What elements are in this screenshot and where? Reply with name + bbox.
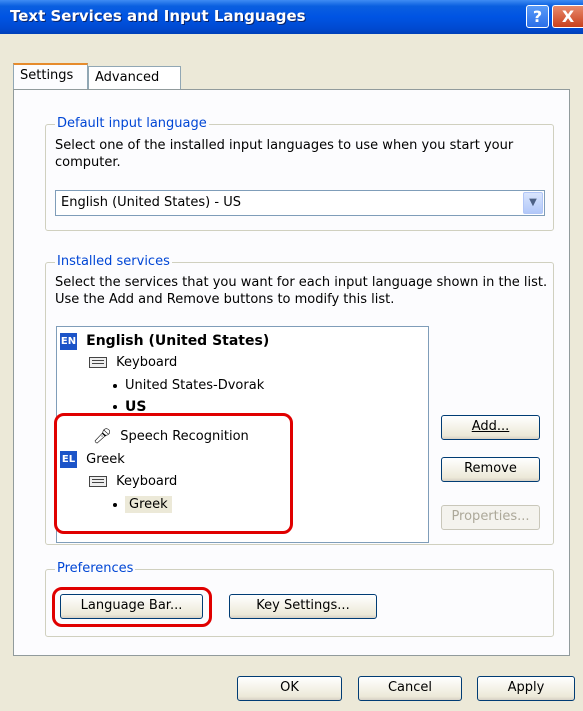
cancel-label: Cancel bbox=[387, 680, 433, 695]
title-bar[interactable]: Text Services and Input Languages ? X bbox=[0, 0, 583, 34]
bullet-icon bbox=[113, 383, 117, 388]
default-language-legend: Default input language bbox=[55, 116, 209, 131]
installed-services-description: Select the services that you want for ea… bbox=[55, 275, 548, 307]
close-button[interactable]: X bbox=[552, 5, 583, 28]
remove-label: Remove bbox=[464, 461, 517, 476]
add-label: Add... bbox=[471, 419, 510, 434]
properties-label: Properties... bbox=[451, 509, 530, 524]
key-settings-label: Key Settings... bbox=[256, 598, 350, 613]
cancel-button[interactable]: Cancel bbox=[358, 676, 462, 701]
remove-button[interactable]: Remove bbox=[441, 457, 540, 482]
preferences-legend: Preferences bbox=[55, 561, 136, 576]
ok-button[interactable]: OK bbox=[237, 676, 342, 701]
help-button[interactable]: ? bbox=[526, 5, 549, 28]
bullet-icon bbox=[113, 405, 117, 409]
default-language-value: English (United States) - US bbox=[61, 195, 241, 210]
properties-button[interactable]: Properties... bbox=[441, 505, 540, 530]
english-label: English (United States) bbox=[86, 333, 270, 349]
tab-settings[interactable]: Settings bbox=[13, 63, 88, 89]
tab-advanced[interactable]: Advanced bbox=[88, 66, 181, 89]
key-settings-button[interactable]: Key Settings... bbox=[229, 594, 377, 619]
tree-item-dvorak[interactable]: United States-Dvorak bbox=[113, 378, 264, 393]
add-button[interactable]: Add... bbox=[441, 415, 540, 440]
window-title: Text Services and Input Languages bbox=[10, 7, 306, 25]
ok-label: OK bbox=[280, 680, 299, 695]
apply-button[interactable]: Apply bbox=[477, 676, 575, 701]
keyboard-icon bbox=[89, 357, 107, 368]
language-badge: EN bbox=[60, 333, 77, 350]
tree-item-english-keyboard[interactable]: Keyboard bbox=[89, 355, 177, 370]
chevron-down-icon[interactable]: ▼ bbox=[523, 192, 543, 214]
keyboard-label: Keyboard bbox=[116, 355, 178, 370]
default-language-select[interactable]: English (United States) - US ▼ bbox=[55, 190, 545, 216]
dialog-window: Text Services and Input Languages ? X Se… bbox=[0, 0, 583, 711]
tree-item-english[interactable]: EN English (United States) bbox=[60, 333, 269, 350]
apply-label: Apply bbox=[507, 680, 545, 695]
highlight-outline bbox=[52, 587, 212, 627]
installed-services-legend: Installed services bbox=[55, 254, 172, 269]
default-language-description: Select one of the installed input langua… bbox=[55, 138, 514, 170]
highlight-outline bbox=[54, 413, 293, 534]
layout-label: United States-Dvorak bbox=[125, 378, 265, 393]
